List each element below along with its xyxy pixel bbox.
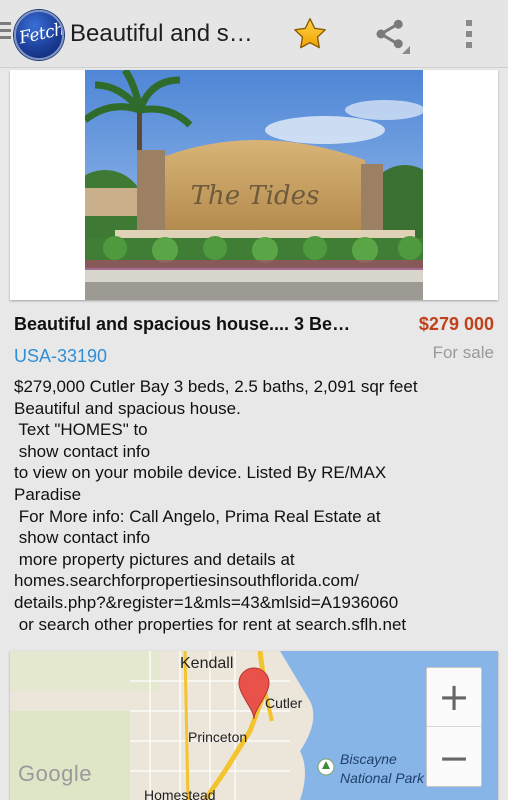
zoom-in-button[interactable]: + <box>427 668 481 727</box>
map-card[interactable]: Kendall Cutler Princeton Biscayne Nation… <box>10 651 498 800</box>
map-label-homestead: Homestead <box>144 787 216 800</box>
description-line: Text "HOMES" to <box>14 420 148 440</box>
zoom-controls: + − <box>426 667 482 787</box>
description-line: to view on your mobile device. Listed By… <box>14 463 387 483</box>
app-logo[interactable]: Fetch <box>14 10 64 60</box>
overflow-menu-button[interactable] <box>445 10 493 58</box>
show-contact-info-link[interactable]: show contact info <box>14 527 498 549</box>
listing-description: $279,000 Cutler Bay 3 beds, 2.5 baths, 2… <box>14 376 498 635</box>
photo-card[interactable]: The Tides <box>10 70 498 300</box>
star-icon <box>294 18 326 49</box>
listing-price: $279 000 <box>418 314 494 334</box>
description-line: more property pictures and details at <box>14 549 295 569</box>
map-label-princeton: Princeton <box>188 729 248 745</box>
description-line: For More info: Call Angelo, Prima Real E… <box>14 506 381 526</box>
map-label-national-park: National Park <box>340 770 425 786</box>
action-bar: Fetch Beautiful and s… <box>0 0 508 68</box>
map-attribution: Google <box>18 761 92 786</box>
description-line: or search other properties for rent at s… <box>14 614 407 634</box>
description-url-line[interactable]: details.php?&register=1&mls=43&mlsid=A19… <box>14 592 498 614</box>
listing-title: Beautiful and spacious house.... 3 Be… <box>14 314 351 334</box>
show-contact-info-link[interactable]: show contact info <box>14 441 498 463</box>
listing-status: For sale <box>432 343 494 362</box>
favorite-button[interactable] <box>286 10 334 58</box>
app-logo-text: Fetch <box>17 19 64 49</box>
listing-photo-image: The Tides <box>85 70 423 300</box>
map-label-cutler: Cutler <box>265 695 303 711</box>
map-label-kendall: Kendall <box>180 655 234 672</box>
page-title: Beautiful and s… <box>70 20 253 47</box>
sign-text: The Tides <box>191 181 320 211</box>
drawer-indicator-icon[interactable] <box>0 22 12 44</box>
description-url-line[interactable]: homes.searchforpropertiesinsouthflorida.… <box>14 570 498 592</box>
listing-photo[interactable]: The Tides <box>85 70 423 300</box>
overflow-menu-icon <box>466 20 472 48</box>
description-line: Paradise <box>14 484 82 504</box>
description-line: Beautiful and spacious house. <box>14 398 241 418</box>
map-label-biscayne: Biscayne <box>340 751 397 767</box>
share-button[interactable] <box>366 10 414 58</box>
description-line: $279,000 Cutler Bay 3 beds, 2.5 baths, 2… <box>14 377 418 396</box>
zoom-out-button[interactable]: − <box>427 728 481 787</box>
submenu-indicator-icon <box>402 46 410 54</box>
listing-id-link[interactable]: USA-33190 <box>14 346 107 367</box>
